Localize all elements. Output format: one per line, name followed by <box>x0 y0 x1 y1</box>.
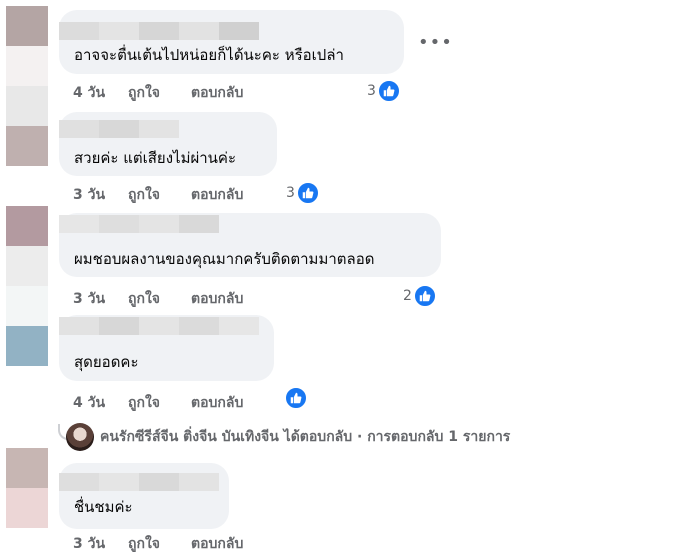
like-button[interactable]: ถูกใจ <box>128 533 191 552</box>
reply-button[interactable]: ตอบกลับ <box>191 82 243 101</box>
comment-text: อาจจะตื่นเต้นไปหน่อยก็ได้นะคะ หรือเปล่า <box>74 46 344 64</box>
comment-time[interactable]: 4 วัน <box>73 82 128 101</box>
reply-button[interactable]: ตอบกลับ <box>191 533 243 552</box>
comment-actions: 4 วัน ถูกใจ ตอบกลับ <box>73 392 243 411</box>
commenter-avatar[interactable] <box>6 206 48 286</box>
comment-bubble: อาจจะตื่นเต้นไปหน่อยก็ได้นะคะ หรือเปล่า <box>59 10 404 74</box>
thumbs-up-icon <box>285 387 307 409</box>
commenter-avatar[interactable] <box>6 286 48 366</box>
comment-time[interactable]: 3 วัน <box>73 288 128 307</box>
reply-summary-text: คนรักซีรีส์จีน ติ่งจีน บันเทิงจีน ได้ตอบ… <box>100 429 511 445</box>
comment-time[interactable]: 3 วัน <box>73 184 128 203</box>
reply-button[interactable]: ตอบกลับ <box>191 392 243 411</box>
reaction-count[interactable]: 3 <box>286 182 319 204</box>
like-button[interactable]: ถูกใจ <box>128 288 191 307</box>
like-button[interactable]: ถูกใจ <box>128 82 191 101</box>
commenter-name-blurred[interactable] <box>59 22 259 40</box>
thumbs-up-icon <box>296 182 319 204</box>
reaction-count[interactable] <box>283 387 307 409</box>
like-button[interactable]: ถูกใจ <box>128 392 191 411</box>
comment-bubble: ผมชอบผลงานของคุณมากครับติดตามมาตลอด <box>59 213 441 277</box>
reaction-count[interactable]: 2 <box>403 285 436 307</box>
commenter-avatar[interactable] <box>6 448 48 528</box>
thumbs-up-icon <box>377 80 400 102</box>
commenter-avatar[interactable] <box>6 86 48 166</box>
reply-button[interactable]: ตอบกลับ <box>191 184 243 203</box>
thumbs-up-icon <box>413 285 436 307</box>
comment-text: สวยค่ะ แต่เสียงไม่ผ่านค่ะ <box>74 149 237 167</box>
commenter-name-blurred[interactable] <box>59 215 219 233</box>
comment-time[interactable]: 4 วัน <box>73 392 128 411</box>
commenter-name-blurred[interactable] <box>59 473 219 491</box>
commenter-name-blurred[interactable] <box>59 120 179 138</box>
reaction-count[interactable]: 3 <box>367 80 400 102</box>
comment-bubble: สุดยอดคะ <box>59 315 274 381</box>
reply-button[interactable]: ตอบกลับ <box>191 288 243 307</box>
view-replies-link[interactable]: คนรักซีรีส์จีน ติ่งจีน บันเทิงจีน ได้ตอบ… <box>66 422 510 452</box>
comment-time[interactable]: 3 วัน <box>73 533 128 552</box>
more-options-icon[interactable]: ••• <box>418 34 453 52</box>
comment-actions: 3 วัน ถูกใจ ตอบกลับ <box>73 288 243 307</box>
commenter-avatar[interactable] <box>6 6 48 86</box>
replier-avatar <box>66 423 94 451</box>
comment-actions: 3 วัน ถูกใจ ตอบกลับ <box>73 184 243 203</box>
comment-text: ชื่นชมค่ะ <box>74 498 133 516</box>
commenter-name-blurred[interactable] <box>59 317 259 335</box>
comment-bubble: สวยค่ะ แต่เสียงไม่ผ่านค่ะ <box>59 112 277 176</box>
comment-actions: 3 วัน ถูกใจ ตอบกลับ <box>73 533 243 552</box>
comment-text: ผมชอบผลงานของคุณมากครับติดตามมาตลอด <box>74 250 375 268</box>
comment-text: สุดยอดคะ <box>74 353 139 371</box>
like-button[interactable]: ถูกใจ <box>128 184 191 203</box>
comment-bubble: ชื่นชมค่ะ <box>59 463 229 529</box>
comment-actions: 4 วัน ถูกใจ ตอบกลับ <box>73 82 243 101</box>
